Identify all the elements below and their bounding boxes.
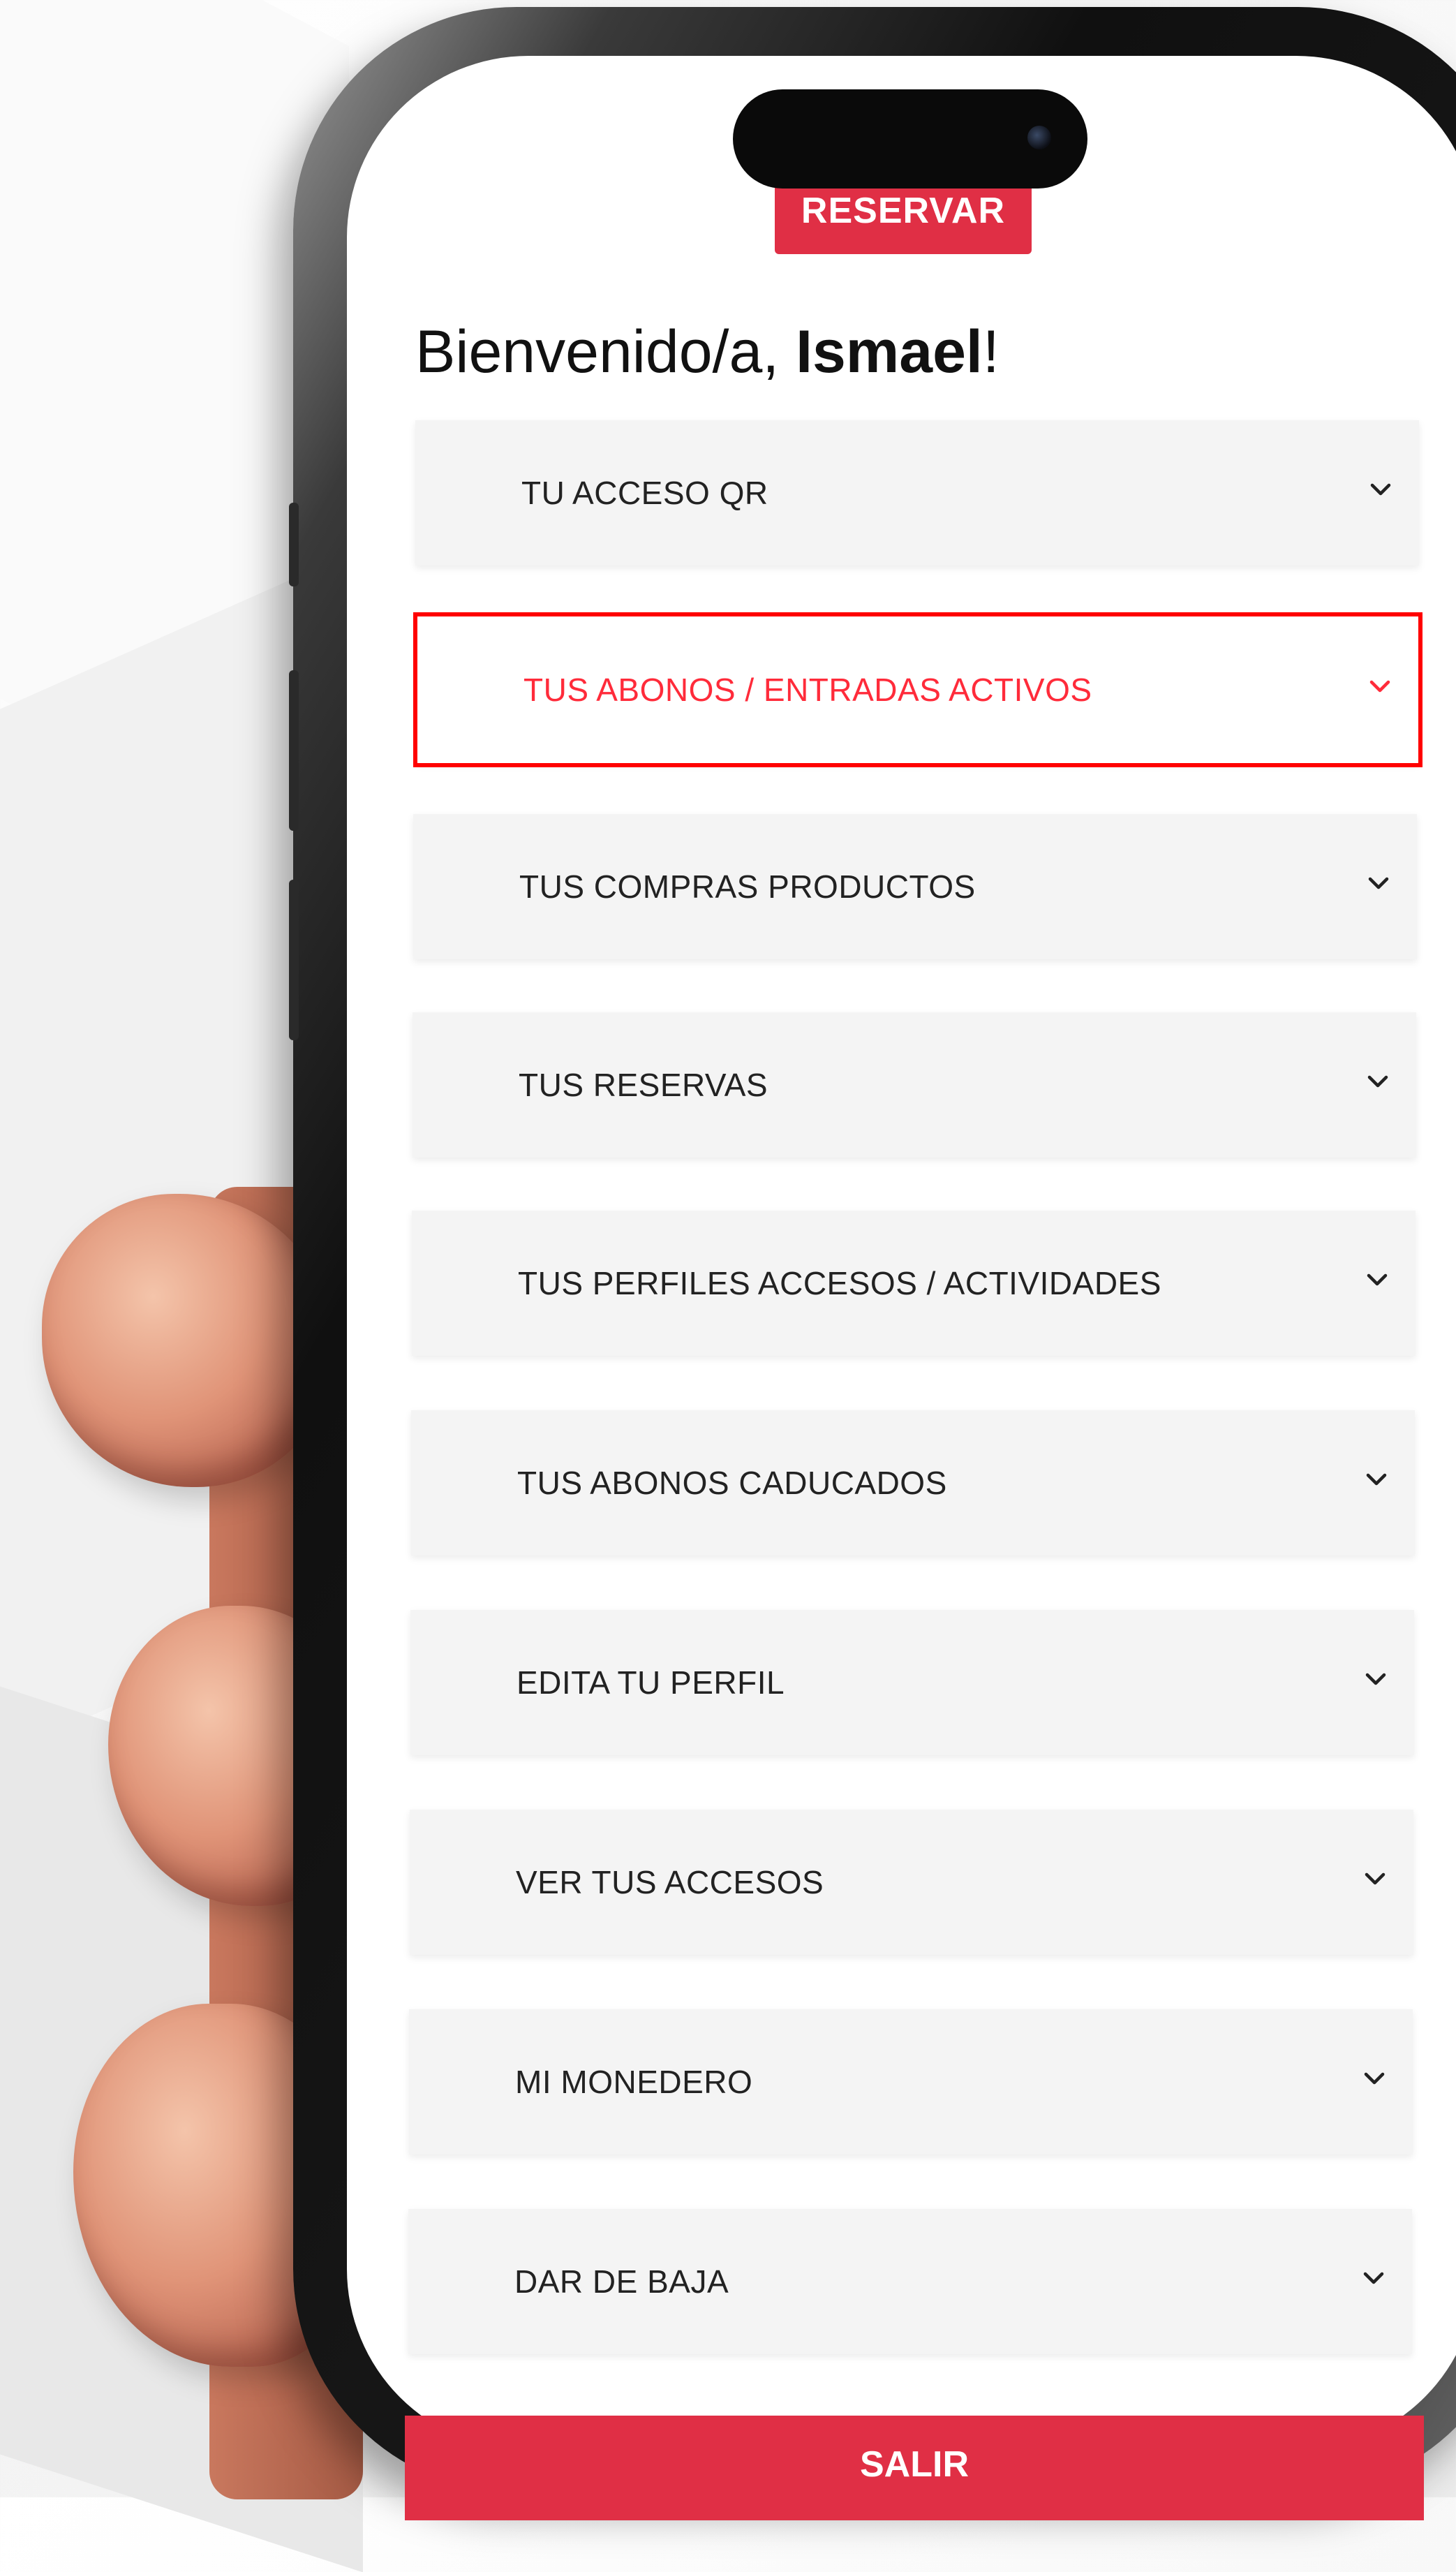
- menu-item-wallet[interactable]: MI MONEDERO: [409, 2009, 1413, 2155]
- welcome-suffix: !: [982, 318, 1000, 385]
- phone-side-button: [289, 503, 299, 586]
- chevron-down-icon: [1365, 1673, 1386, 1685]
- menu-item-reservations[interactable]: TUS RESERVAS: [413, 1012, 1416, 1158]
- welcome-prefix: Bienvenido/a,: [415, 318, 796, 385]
- menu-item-qr-access[interactable]: TU ACCESO QR: [415, 420, 1419, 566]
- menu-item-label: MI MONEDERO: [515, 2064, 753, 2100]
- chevron-down-icon: [1370, 483, 1391, 496]
- chevron-down-icon: [1365, 1872, 1386, 1885]
- menu-item-view-accesses[interactable]: VER TUS ACCESOS: [410, 1810, 1413, 1955]
- camera-lens-icon: [1027, 126, 1051, 149]
- chevron-down-icon: [1369, 680, 1390, 693]
- menu-item-label: TUS ABONOS / ENTRADAS ACTIVOS: [523, 672, 1092, 708]
- phone-side-button: [289, 880, 299, 1040]
- chevron-down-icon: [1368, 877, 1389, 889]
- dynamic-island: [733, 89, 1087, 189]
- phone-side-button: [289, 670, 299, 831]
- menu-item-profiles-activities[interactable]: TUS PERFILES ACCESOS / ACTIVIDADES: [412, 1211, 1416, 1356]
- menu-item-label: DAR DE BAJA: [514, 2263, 729, 2300]
- user-name: Ismael: [796, 318, 983, 385]
- menu-item-label: EDITA TU PERFIL: [517, 1664, 785, 1701]
- chevron-down-icon: [1364, 2072, 1385, 2085]
- menu-item-label: TU ACCESO QR: [521, 475, 768, 511]
- welcome-heading: Bienvenido/a, Ismael!: [415, 318, 1000, 387]
- chevron-down-icon: [1363, 2272, 1384, 2284]
- menu-item-label: TUS COMPRAS PRODUCTOS: [519, 869, 976, 905]
- chevron-down-icon: [1367, 1273, 1388, 1286]
- menu-item-edit-profile[interactable]: EDITA TU PERFIL: [410, 1610, 1414, 1755]
- menu-item-unsubscribe[interactable]: DAR DE BAJA: [408, 2209, 1412, 2354]
- menu-item-expired-passes[interactable]: TUS ABONOS CADUCADOS: [411, 1410, 1415, 1555]
- menu-item-label: TUS RESERVAS: [519, 1067, 768, 1103]
- menu-item-product-purchases[interactable]: TUS COMPRAS PRODUCTOS: [413, 814, 1417, 959]
- menu-item-label: VER TUS ACCESOS: [516, 1864, 824, 1900]
- menu-item-active-passes[interactable]: TUS ABONOS / ENTRADAS ACTIVOS: [413, 612, 1422, 767]
- chevron-down-icon: [1366, 1473, 1387, 1486]
- menu-item-label: TUS PERFILES ACCESOS / ACTIVIDADES: [518, 1265, 1161, 1301]
- chevron-down-icon: [1367, 1075, 1388, 1088]
- logout-button[interactable]: SALIR: [405, 2416, 1424, 2520]
- menu-item-label: TUS ABONOS CADUCADOS: [517, 1465, 947, 1501]
